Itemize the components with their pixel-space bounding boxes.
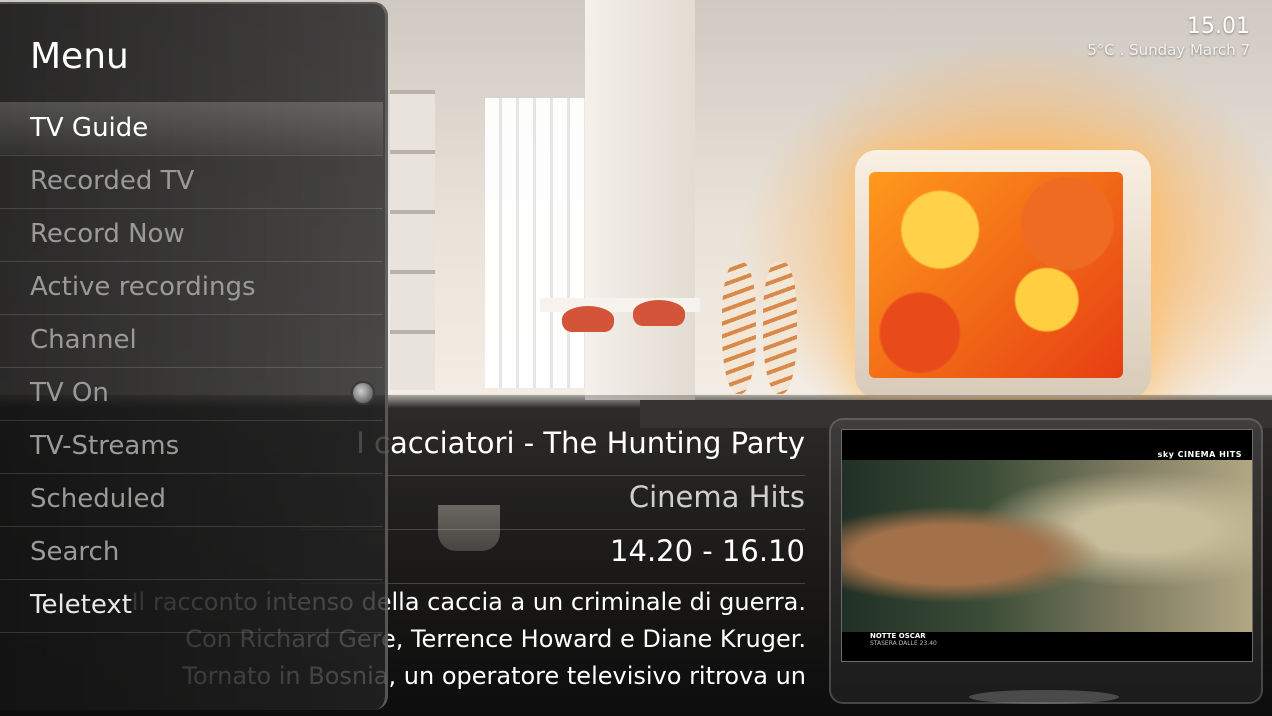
menu-item-label: TV On [30, 378, 109, 408]
live-preview-video[interactable]: sky CINEMA HITS NOTTE OSCAR STASERA DALL… [841, 429, 1253, 662]
background-tv-screen [869, 172, 1123, 378]
menu-item-search[interactable]: Search [0, 526, 383, 579]
background-vase [763, 262, 797, 394]
clock-date: 5°C . Sunday March 7 [1087, 41, 1250, 59]
menu-item-teletext[interactable]: Teletext [0, 579, 383, 633]
preview-stand [969, 690, 1119, 704]
menu-item-tv-guide[interactable]: TV Guide [0, 102, 383, 155]
menu-item-active-recordings[interactable]: Active recordings [0, 261, 383, 314]
background-tv [855, 150, 1151, 398]
channel-logo: sky CINEMA HITS [1157, 450, 1242, 459]
background-chair [633, 300, 685, 326]
background-shelf [390, 90, 435, 390]
preview-caption-title: NOTTE OSCAR [870, 632, 926, 640]
menu-item-record-now[interactable]: Record Now [0, 208, 383, 261]
background-pillar [585, 0, 695, 400]
toggle-indicator-icon[interactable] [353, 383, 373, 403]
menu-title: Menu [30, 36, 129, 77]
clock-time: 15.01 [1187, 14, 1250, 39]
menu-item-recorded-tv[interactable]: Recorded TV [0, 155, 383, 208]
menu-item-channel[interactable]: Channel [0, 314, 383, 367]
clock-widget: 15.01 5°C . Sunday March 7 [1087, 14, 1250, 59]
background-chair [562, 306, 614, 332]
preview-caption-subtitle: STASERA DALLE 23.40 [870, 640, 937, 647]
preview-video-frame [842, 460, 1252, 632]
menu-item-tv-on[interactable]: TV On [0, 367, 383, 420]
menu-list: TV Guide Recorded TV Record Now Active r… [0, 102, 383, 633]
live-preview-panel[interactable]: sky CINEMA HITS NOTTE OSCAR STASERA DALL… [829, 418, 1263, 704]
background-vase [722, 262, 756, 394]
menu-item-tv-streams[interactable]: TV-Streams [0, 420, 383, 473]
menu-item-scheduled[interactable]: Scheduled [0, 473, 383, 526]
side-menu: Menu TV Guide Recorded TV Record Now Act… [0, 2, 388, 710]
background-window [485, 98, 585, 388]
